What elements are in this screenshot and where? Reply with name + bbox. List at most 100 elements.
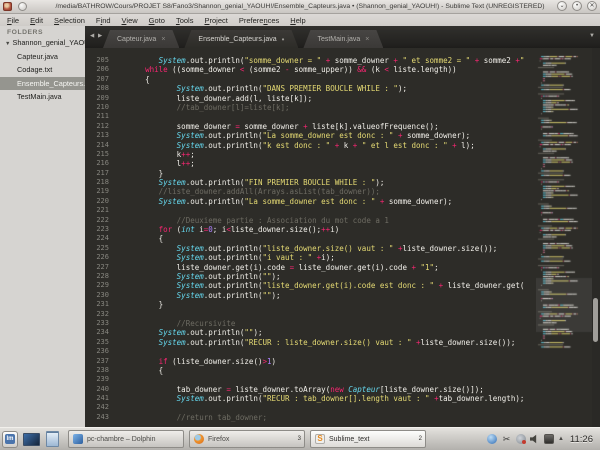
- sidebar-item-ensemble-capteurs-java[interactable]: Ensemble_Capteurs.java: [0, 76, 85, 90]
- code-line[interactable]: 231 }: [85, 300, 600, 309]
- code-line[interactable]: 243 //return tab_downer;: [85, 413, 600, 422]
- code-line[interactable]: 213 System.out.println("La somme_downer …: [85, 131, 600, 140]
- line-number: 210: [96, 102, 109, 111]
- menu-item-view[interactable]: View: [122, 16, 138, 25]
- code-line[interactable]: 239: [85, 375, 600, 384]
- code-line[interactable]: 221: [85, 206, 600, 215]
- menu-item-find[interactable]: Find: [96, 16, 111, 25]
- code-line[interactable]: 241 System.out.println("RECUR : tab_down…: [85, 394, 600, 403]
- menu-item-project[interactable]: Project: [204, 16, 227, 25]
- code-line[interactable]: 219 //liste_downer.addAll(Arrays.asList(…: [85, 187, 600, 196]
- sidebar-item-codage-txt[interactable]: Codage.txt: [0, 63, 85, 77]
- tab-close-icon[interactable]: ×: [161, 36, 165, 43]
- line-number: 227: [96, 262, 109, 271]
- code-line[interactable]: 209 liste_downer.add(l, liste[k]);: [85, 94, 600, 103]
- line-number: 233: [96, 318, 109, 327]
- taskbar-button-sublime-text[interactable]: S Sublime_text 2: [310, 430, 426, 448]
- code-text: System.out.println("La somme_downer est …: [158, 196, 453, 206]
- code-line[interactable]: 206 while ((somme_downer < (somme2 - som…: [85, 65, 600, 74]
- close-icon[interactable]: ✕: [587, 1, 597, 11]
- menu-item-file[interactable]: File: [7, 16, 19, 25]
- network-icon[interactable]: [515, 434, 526, 444]
- tray-expand-icon[interactable]: ▲: [558, 436, 564, 442]
- code-line[interactable]: 205 System.out.println("somme_downer = "…: [85, 56, 600, 65]
- menu-item-tools[interactable]: Tools: [176, 16, 194, 25]
- sidebar-item-testmain-java[interactable]: TestMain.java: [0, 90, 85, 104]
- line-number: 217: [96, 168, 109, 177]
- line-number: 241: [96, 394, 109, 403]
- code-text: //tab_downer[l]=liste[k];: [127, 102, 290, 112]
- code-line[interactable]: 207 {: [85, 75, 600, 84]
- code-line[interactable]: 230 System.out.println("");: [85, 291, 600, 300]
- taskbar-button-label: pc-chambre – Dolphin: [87, 435, 156, 443]
- code-line[interactable]: 222 //Deuxieme partie : Association du m…: [85, 216, 600, 225]
- device-notifier-icon[interactable]: [543, 434, 554, 444]
- tab-ensemble-capteurs-java[interactable]: Ensemble_Capteurs.java •: [184, 30, 298, 48]
- code-line[interactable]: 232: [85, 310, 600, 319]
- code-line[interactable]: 238 {: [85, 366, 600, 375]
- window-menu-button[interactable]: [18, 2, 27, 11]
- tab-capteur-java[interactable]: Capteur.java ×: [103, 30, 179, 48]
- tab-overflow-icon[interactable]: ▼: [589, 33, 595, 39]
- menu-item-help[interactable]: Help: [290, 16, 305, 25]
- minimap[interactable]: [536, 50, 592, 358]
- taskbar-button-firefox[interactable]: Firefox 3: [189, 430, 305, 448]
- scrollbar-thumb[interactable]: [593, 298, 598, 342]
- code-line[interactable]: 214 System.out.println("k est donc : " +…: [85, 141, 600, 150]
- volume-icon[interactable]: [529, 434, 537, 444]
- line-number: 230: [96, 290, 109, 299]
- tab-testmain-java[interactable]: TestMain.java ×: [303, 30, 383, 48]
- tabs: Capteur.java × Ensemble_Capteurs.java • Test…: [103, 30, 383, 48]
- sidebar-item-capteur-java[interactable]: Capteur.java: [0, 50, 85, 64]
- tab-scroll-right-icon[interactable]: ▶: [98, 33, 102, 39]
- code-line[interactable]: 218 System.out.println("FIN PREMIER BOUC…: [85, 178, 600, 187]
- code-text: System.out.println("La somme_downer est …: [176, 131, 471, 141]
- start-menu-button[interactable]: lm: [2, 430, 18, 448]
- vertical-scrollbar[interactable]: [592, 48, 600, 427]
- code-area[interactable]: 205 System.out.println("somme_downer = "…: [85, 48, 600, 427]
- show-desktop-icon[interactable]: [23, 432, 40, 446]
- menu-item-preferences[interactable]: Preferences: [239, 16, 279, 25]
- code-line[interactable]: 220 System.out.println("La somme_downer …: [85, 197, 600, 206]
- code-line[interactable]: 234 System.out.println("");: [85, 328, 600, 337]
- code-line[interactable]: 223 for (int i=0; i<liste_downer.size();…: [85, 225, 600, 234]
- code-line[interactable]: 211: [85, 112, 600, 121]
- code-line[interactable]: 208 System.out.println("DANS PREMIER BOU…: [85, 84, 600, 93]
- line-number: 224: [96, 234, 109, 243]
- code-line[interactable]: 212 somme_downer = somme_downer + liste[…: [85, 122, 600, 131]
- minimize-icon[interactable]: ⌄: [557, 1, 567, 11]
- tray-info-icon[interactable]: [486, 434, 497, 444]
- code-line[interactable]: 242: [85, 403, 600, 412]
- code-line[interactable]: 236: [85, 347, 600, 356]
- maximize-icon[interactable]: •: [572, 1, 582, 11]
- code-line[interactable]: 227 liste_downer.get(i).code = liste_dow…: [85, 263, 600, 272]
- clock[interactable]: 11:26: [570, 434, 593, 445]
- tab-close-icon[interactable]: ×: [365, 36, 369, 43]
- code-line[interactable]: 224 {: [85, 234, 600, 243]
- code-text: {: [158, 234, 164, 244]
- taskbar-button-pc-chambre-dolphin[interactable]: pc-chambre – Dolphin: [68, 430, 184, 448]
- code-text: l++;: [176, 159, 195, 169]
- code-line[interactable]: 233 //Recursivite: [85, 319, 600, 328]
- code-line[interactable]: 235 System.out.println("RECUR : liste_do…: [85, 338, 600, 347]
- code-line[interactable]: 240 tab_downer = liste_downer.toArray(ne…: [85, 385, 600, 394]
- code-line[interactable]: 217 }: [85, 169, 600, 178]
- code-line[interactable]: 229 System.out.println("liste_downer.get…: [85, 281, 600, 290]
- code-line[interactable]: 237 if (liste_downer.size()>1): [85, 357, 600, 366]
- tab-dirty-icon[interactable]: •: [282, 35, 285, 44]
- clipboard-scissors-icon[interactable]: ✂: [501, 434, 512, 445]
- code-line[interactable]: 215 k++;: [85, 150, 600, 159]
- menu-item-edit[interactable]: Edit: [30, 16, 43, 25]
- menu-item-selection[interactable]: Selection: [54, 16, 85, 25]
- menu-item-goto[interactable]: Goto: [149, 16, 165, 25]
- code-line[interactable]: 210 //tab_downer[l]=liste[k];: [85, 103, 600, 112]
- code-line[interactable]: 216 l++;: [85, 159, 600, 168]
- file-manager-icon[interactable]: [46, 431, 59, 447]
- tab-scroll-left-icon[interactable]: ◀: [90, 33, 94, 39]
- code-line[interactable]: 228 System.out.println("");: [85, 272, 600, 281]
- sidebar-root-folder[interactable]: ▼Shannon_genial_YAOUH!: [0, 36, 85, 50]
- code-line[interactable]: 225 System.out.println("liste_downer.siz…: [85, 244, 600, 253]
- code-line[interactable]: 226 System.out.println("i vaut : " +i);: [85, 253, 600, 262]
